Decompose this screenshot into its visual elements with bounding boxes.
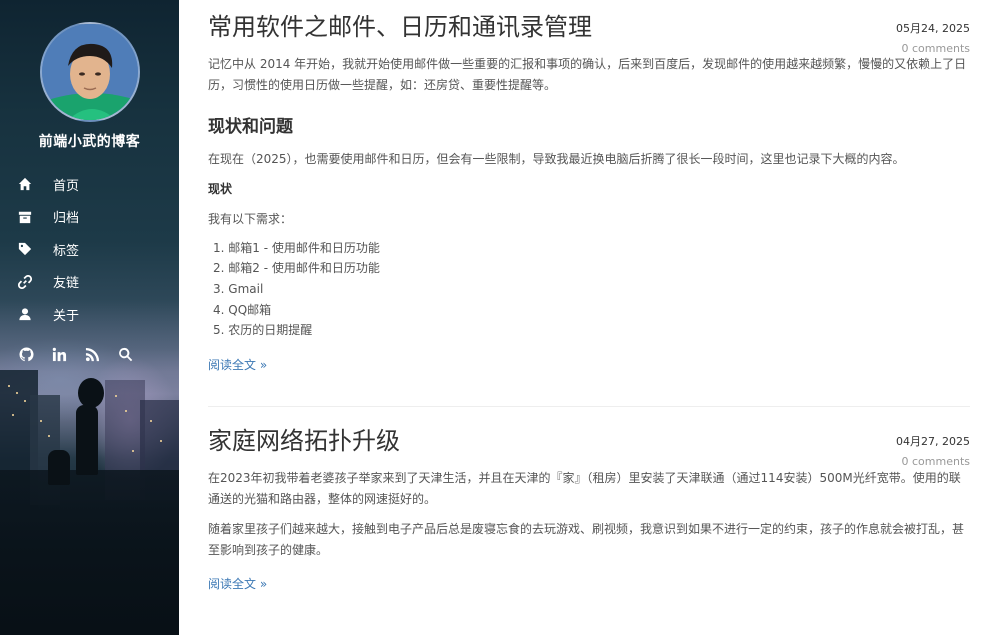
rss-link[interactable] [85,347,101,363]
window-light [12,414,14,416]
window-light [8,385,10,387]
post-comments-link[interactable]: 0 comments [896,455,971,468]
github-icon [19,347,34,362]
nav-item-label: 友链 [53,276,80,292]
sidebar: 前端小武的博客 首页 归档 标签 友链 关于 [0,0,179,635]
list-item: 4. QQ邮箱 [213,302,272,317]
nav-item-tags[interactable]: 标签 [18,233,79,266]
post-title[interactable]: 常用软件之邮件、日历和通讯录管理 [208,0,970,42]
post-comments-link[interactable]: 0 comments [896,42,971,55]
search-link[interactable] [118,347,134,363]
user-icon [19,308,31,321]
post-card: 家庭网络拓扑升级 04月27, 2025 0 comments 在2023年初我… [208,407,970,592]
background-building [0,470,179,635]
window-light [150,420,152,422]
site-title[interactable]: 前端小武的博客 [0,131,179,151]
window-light [48,435,50,437]
character-silhouette [78,378,104,408]
window-light [132,450,134,452]
social-links [19,347,134,363]
linkedin-icon [52,347,67,362]
nav-item-links[interactable]: 友链 [18,266,79,299]
nav-item-archive[interactable]: 归档 [18,201,79,234]
window-light [24,400,26,402]
home-icon [18,178,32,191]
link-icon [18,274,32,289]
post-meta: 05月24, 2025 0 comments [896,20,970,55]
post-paragraph: 我有以下需求： [208,211,293,226]
post-paragraph: 随着家里孩子们越来越大，接触到电子产品后总是废寝忘食的去玩游戏、刷视频，我意识到… [208,521,965,557]
list-item: 5. 农历的日期提醒 [213,323,313,338]
requirements-list: 1. 邮箱1 - 使用邮件和日历功能 2. 邮箱2 - 使用邮件和日历功能 3.… [208,238,970,341]
post-title[interactable]: 家庭网络拓扑升级 [208,407,970,456]
post-paragraph: 在现在（2025），也需要使用邮件和日历，但会有一些限制，导致我最近换电脑后折腾… [208,151,905,166]
nav-item-label: 首页 [53,178,80,194]
post-subheading: 现状 [208,181,233,196]
post-card: 常用软件之邮件、日历和通讯录管理 05月24, 2025 0 comments … [208,0,970,373]
nav-item-home[interactable]: 首页 [18,168,79,201]
post-date: 04月27, 2025 [896,434,970,448]
nav-item-label: 标签 [53,243,80,259]
window-light [40,420,42,422]
post-paragraph: 记忆中从 2014 年开始，我就开始使用邮件做一些重要的汇报和事项的确认，后来到… [208,56,967,92]
post-paragraph: 在2023年初我带着老婆孩子举家来到了天津生活，并且在天津的『家』（租房）里安装… [208,470,961,506]
window-light [115,395,117,397]
character-silhouette [48,450,70,485]
list-item: 1. 邮箱1 - 使用邮件和日历功能 [213,240,380,255]
post-heading: 现状和问题 [208,116,293,137]
nav-item-label: 归档 [53,211,80,227]
read-more-link[interactable]: 阅读全文 » [208,358,267,372]
linkedin-link[interactable] [52,347,68,363]
character-silhouette [76,405,98,475]
nav-item-label: 关于 [53,308,80,324]
list-item: 2. 邮箱2 - 使用邮件和日历功能 [213,261,380,276]
github-link[interactable] [19,347,35,363]
avatar[interactable] [40,22,140,122]
window-light [160,440,162,442]
window-light [16,392,18,394]
post-meta: 04月27, 2025 0 comments [896,433,970,468]
read-more-link[interactable]: 阅读全文 » [208,577,267,591]
nav-item-about[interactable]: 关于 [18,298,79,331]
sidebar-nav: 首页 归档 标签 友链 关于 [18,168,79,331]
avatar-image [42,24,138,120]
post-list: 常用软件之邮件、日历和通讯录管理 05月24, 2025 0 comments … [208,0,970,592]
post-date: 05月24, 2025 [896,22,970,35]
window-light [125,410,127,412]
list-item: 3. Gmail [213,281,264,296]
search-icon [119,347,133,362]
archive-icon [18,211,32,223]
rss-icon [85,347,100,362]
tag-icon [18,243,32,256]
